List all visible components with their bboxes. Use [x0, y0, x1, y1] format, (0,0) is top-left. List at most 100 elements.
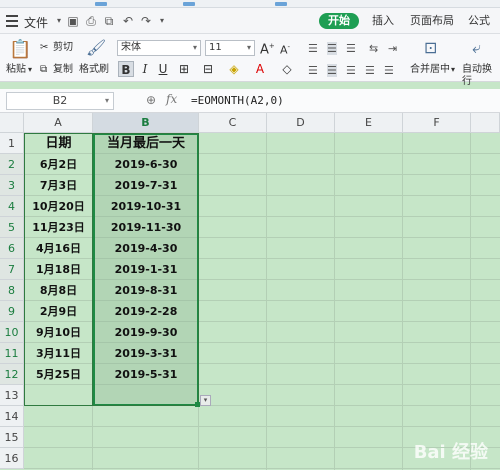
chevron-down-icon[interactable]: ▾ [28, 64, 32, 76]
clear-format-icon[interactable]: ◇ [279, 61, 295, 77]
bold-button[interactable]: B [118, 61, 134, 77]
print-preview-icon[interactable]: ⧉ [102, 14, 116, 28]
row-header-2[interactable]: 2 [0, 154, 24, 175]
row-header-10[interactable]: 10 [0, 322, 24, 343]
autofill-options-icon[interactable]: ▾ [200, 395, 211, 406]
merge-center-icon[interactable]: ⊡ [424, 38, 437, 57]
undo-icon[interactable]: ↶ [121, 14, 135, 28]
align-center-icon[interactable]: ☰ [327, 64, 337, 77]
merge-icon[interactable]: ⊟ [200, 61, 216, 77]
name-box[interactable]: B2 ▾ [6, 92, 114, 110]
font-size-select[interactable]: 11 ▾ [205, 40, 255, 56]
increase-font-icon[interactable]: A+ [260, 40, 275, 56]
cell-date[interactable]: 3月11日 [24, 343, 93, 364]
format-painter-icon[interactable]: 🖌 [86, 38, 106, 57]
cut-button[interactable]: 剪切 [53, 42, 73, 54]
font-name-select[interactable]: 宋体 ▾ [117, 40, 201, 56]
cell-date[interactable]: 5月25日 [24, 364, 93, 385]
format-painter-button[interactable]: 格式刷 [79, 64, 109, 76]
cell-date[interactable]: 4月16日 [24, 238, 93, 259]
borders-icon[interactable]: ⊞ [176, 61, 192, 77]
column-header-c[interactable]: C [199, 113, 267, 133]
row-header-9[interactable]: 9 [0, 301, 24, 322]
column-header-b[interactable]: B [93, 113, 199, 133]
copy-icon[interactable]: ⧉ [40, 64, 47, 76]
cell-date[interactable]: 11月23日 [24, 217, 93, 238]
cell-date[interactable]: 10月20日 [24, 196, 93, 217]
copy-button[interactable]: 复制 [53, 64, 73, 76]
tab-insert[interactable]: 插入 [366, 13, 400, 29]
cell-eomonth[interactable]: 2019-8-31 [93, 280, 199, 301]
paste-button[interactable]: 粘贴 [6, 64, 26, 76]
print-icon[interactable]: ⎙ [84, 14, 98, 28]
column-header-g[interactable] [471, 113, 500, 133]
doc-tab-marker[interactable] [275, 2, 287, 6]
row-header-4[interactable]: 4 [0, 196, 24, 217]
align-right-icon[interactable]: ☰ [346, 64, 356, 77]
tab-formulas[interactable]: 公式 [462, 13, 496, 29]
doc-tab-marker[interactable] [183, 2, 195, 6]
wrap-text-icon[interactable]: ⤶ [472, 38, 481, 58]
scissors-icon[interactable]: ✂ [40, 42, 48, 54]
row-header-1[interactable]: 1 [0, 133, 24, 154]
cell-eomonth[interactable]: 2019-6-30 [93, 154, 199, 175]
column-header-f[interactable]: F [403, 113, 471, 133]
auto-wrap-button[interactable]: 自动换行 [462, 64, 500, 88]
redo-icon[interactable]: ↷ [139, 14, 153, 28]
cell-eomonth[interactable]: 2019-10-31 [93, 196, 199, 217]
menu-icon[interactable] [6, 15, 18, 27]
cell-eomonth[interactable]: 2019-3-31 [93, 343, 199, 364]
cell-b1-header[interactable]: 当月最后一天 [93, 133, 199, 154]
row-header-11[interactable]: 11 [0, 343, 24, 364]
align-left-icon[interactable]: ☰ [308, 64, 318, 77]
column-header-e[interactable]: E [335, 113, 403, 133]
file-menu[interactable]: 文件 [24, 14, 48, 31]
row-header-13[interactable]: 13 [0, 385, 24, 406]
cell-eomonth[interactable]: 2019-1-31 [93, 259, 199, 280]
row-header-14[interactable]: 14 [0, 406, 24, 427]
paste-icon[interactable]: 📋 [9, 39, 31, 60]
font-color-icon[interactable]: A [252, 61, 268, 77]
row-header-6[interactable]: 6 [0, 238, 24, 259]
cell-date[interactable]: 9月10日 [24, 322, 93, 343]
align-bottom-icon[interactable]: ☰ [346, 42, 356, 55]
cell-date[interactable]: 1月18日 [24, 259, 93, 280]
justify-icon[interactable]: ☰ [365, 64, 375, 77]
merge-center-button[interactable]: 合并居中 [410, 64, 450, 76]
cell-date[interactable]: 6月2日 [24, 154, 93, 175]
row-header-8[interactable]: 8 [0, 280, 24, 301]
fx-icon[interactable]: fx [166, 92, 177, 106]
zoom-icon[interactable]: ⊕ [146, 93, 156, 107]
cell-eomonth[interactable]: 2019-11-30 [93, 217, 199, 238]
column-header-d[interactable]: D [267, 113, 335, 133]
save-icon[interactable]: ▣ [66, 14, 80, 28]
cell-a1-header[interactable]: 日期 [24, 133, 93, 154]
cell-eomonth[interactable]: 2019-4-30 [93, 238, 199, 259]
tab-home[interactable]: 开始 [319, 13, 359, 29]
row-header-3[interactable]: 3 [0, 175, 24, 196]
chevron-down-icon[interactable]: ▾ [52, 14, 66, 28]
italic-button[interactable]: I [137, 61, 153, 77]
text-direction-icon[interactable]: ⇆ [369, 42, 378, 55]
fill-color-icon[interactable]: ◈ [226, 61, 242, 77]
column-header-a[interactable]: A [24, 113, 93, 133]
row-header-16[interactable]: 16 [0, 448, 24, 469]
underline-button[interactable]: U [155, 61, 171, 77]
indent-icon[interactable]: ⇥ [388, 42, 397, 55]
cell-date[interactable]: 2月9日 [24, 301, 93, 322]
spreadsheet-grid[interactable]: ABCDEF 1 2 3 4 5 6 7 8 9 10 11 12 13 14 15 16 日期 当月最后一天 6… [0, 113, 500, 470]
formula-input[interactable]: =EOMONTH(A2,0) [191, 94, 284, 107]
doc-tab-marker[interactable] [95, 2, 107, 6]
row-header-5[interactable]: 5 [0, 217, 24, 238]
cell-eomonth[interactable]: 2019-2-28 [93, 301, 199, 322]
decrease-font-icon[interactable]: A- [280, 41, 290, 57]
tab-page-layout[interactable]: 页面布局 [404, 13, 460, 29]
chevron-down-icon[interactable]: ▾ [451, 64, 455, 76]
distributed-icon[interactable]: ☰ [384, 64, 394, 77]
row-header-7[interactable]: 7 [0, 259, 24, 280]
cell-date[interactable]: 8月8日 [24, 280, 93, 301]
align-top-icon[interactable]: ☰ [308, 42, 318, 55]
cell-eomonth[interactable]: 2019-9-30 [93, 322, 199, 343]
align-middle-icon[interactable]: ☰ [327, 42, 337, 55]
chevron-down-icon[interactable]: ▾ [155, 14, 169, 28]
